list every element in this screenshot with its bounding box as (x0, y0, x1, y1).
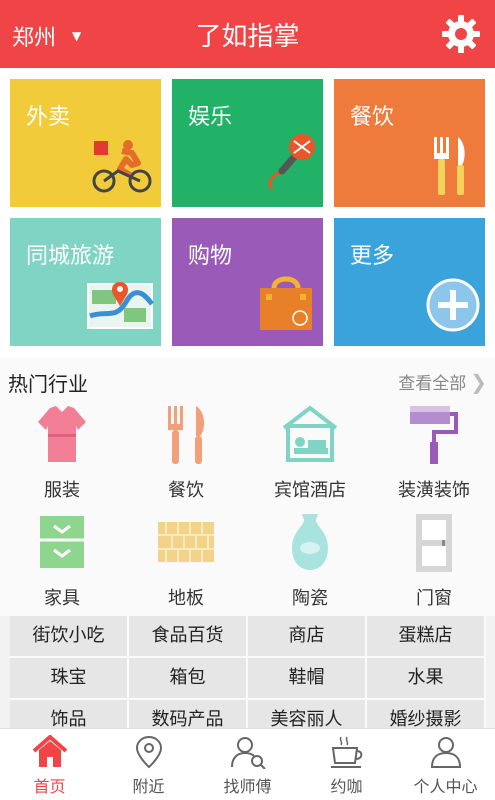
tile-local-travel[interactable]: 同城旅游 (10, 218, 161, 346)
coffee-cup-icon (331, 736, 363, 768)
app-header: 郑州 ▼ 了如指掌 (0, 0, 495, 68)
tile-label: 同城旅游 (26, 244, 115, 269)
tag-item[interactable]: 水果 (367, 658, 484, 698)
vase-icon (292, 514, 328, 570)
category-doors-windows[interactable]: 门窗 (372, 508, 495, 616)
category-hotel[interactable]: 宾馆酒店 (248, 400, 372, 508)
fork-knife-icon (434, 137, 465, 195)
tag-item[interactable]: 美容丽人 (248, 700, 365, 728)
category-label: 宾馆酒店 (274, 480, 346, 501)
nav-coffee[interactable]: 约咖 (297, 729, 396, 800)
view-all-label: 查看全部 (398, 374, 467, 394)
hotel-bed-icon (282, 405, 338, 462)
tag-item[interactable]: 蛋糕店 (367, 616, 484, 656)
category-label: 餐饮 (168, 480, 204, 501)
tile-label: 娱乐 (188, 105, 233, 130)
nav-nearby[interactable]: 附近 (99, 729, 198, 800)
category-dining[interactable]: 餐饮 (124, 400, 248, 508)
delivery-rider-icon (92, 140, 152, 193)
tag-item[interactable]: 饰品 (10, 700, 127, 728)
nav-home[interactable]: 首页 (0, 729, 99, 800)
tile-label: 购物 (188, 244, 233, 269)
tile-shopping[interactable]: 购物 (172, 218, 323, 346)
tile-dining[interactable]: 餐饮 (334, 79, 485, 207)
feature-tiles: 外卖 娱乐 餐饮 同城旅游 购物 更多 (0, 68, 495, 358)
tag-item[interactable]: 商店 (248, 616, 365, 656)
dress-icon (38, 406, 86, 462)
drawer-cabinet-icon (40, 516, 84, 568)
nav-label: 附近 (132, 777, 165, 796)
category-clothing[interactable]: 服装 (0, 400, 124, 508)
fork-knife-icon (168, 406, 205, 464)
tag-item[interactable]: 婚纱摄影 (367, 700, 484, 728)
bottom-nav: 首页 附近 找师傅 约咖 个人中心 (0, 728, 495, 800)
tag-item[interactable]: 箱包 (129, 658, 246, 698)
section-title: 热门行业 (8, 372, 88, 396)
tile-more[interactable]: 更多 (334, 218, 485, 346)
app-title: 了如指掌 (195, 22, 300, 52)
microphone-icon (268, 134, 315, 190)
plus-circle-icon (426, 278, 480, 332)
person-icon (430, 737, 462, 768)
tag-item[interactable]: 食品百货 (129, 616, 246, 656)
category-label: 地板 (168, 588, 204, 609)
tile-label: 更多 (350, 244, 395, 269)
hot-industries-header: 热门行业 查看全部 ❯ (0, 358, 495, 400)
paint-roller-icon (410, 406, 458, 464)
nav-label: 约咖 (330, 777, 363, 796)
door-icon (416, 514, 452, 572)
category-furniture[interactable]: 家具 (0, 508, 124, 616)
tag-item[interactable]: 珠宝 (10, 658, 127, 698)
nav-label: 找师傅 (223, 777, 272, 796)
shopping-bag-icon (260, 276, 312, 330)
tile-entertainment[interactable]: 娱乐 (172, 79, 323, 207)
tile-takeout[interactable]: 外卖 (10, 79, 161, 207)
nav-label: 个人中心 (413, 777, 478, 796)
map-pin-icon (87, 282, 154, 329)
tag-item[interactable]: 数码产品 (129, 700, 246, 728)
nav-find-master[interactable]: 找师傅 (198, 729, 297, 800)
nav-label: 首页 (33, 777, 66, 796)
category-label: 服装 (44, 480, 80, 501)
tag-item[interactable]: 街饮小吃 (10, 616, 127, 656)
category-label: 装潢装饰 (398, 480, 470, 501)
category-ceramics[interactable]: 陶瓷 (248, 508, 372, 616)
tag-grid: 街饮小吃 食品百货 商店 蛋糕店 珠宝 箱包 鞋帽 水果 饰品 数码产品 美容丽… (10, 616, 486, 728)
location-pin-icon (135, 735, 163, 769)
category-label: 门窗 (416, 588, 452, 609)
category-decoration[interactable]: 装潢装饰 (372, 400, 495, 508)
category-label: 家具 (44, 588, 80, 609)
view-all-link[interactable]: 查看全部 ❯ (398, 369, 487, 395)
nav-profile[interactable]: 个人中心 (396, 729, 495, 800)
wood-floor-icon (158, 522, 214, 562)
category-label: 陶瓷 (292, 588, 328, 609)
gear-icon[interactable] (441, 14, 481, 54)
chevron-right-icon: ❯ (470, 369, 487, 394)
hot-categories: 服装 餐饮 宾馆酒店 装潢装饰 家具 地板 陶瓷 门窗 (0, 400, 495, 616)
tile-label: 外卖 (26, 105, 71, 130)
tag-item[interactable]: 鞋帽 (248, 658, 365, 698)
category-flooring[interactable]: 地板 (124, 508, 248, 616)
user-search-icon (231, 737, 266, 769)
home-icon (32, 735, 68, 767)
tile-label: 餐饮 (350, 105, 395, 130)
